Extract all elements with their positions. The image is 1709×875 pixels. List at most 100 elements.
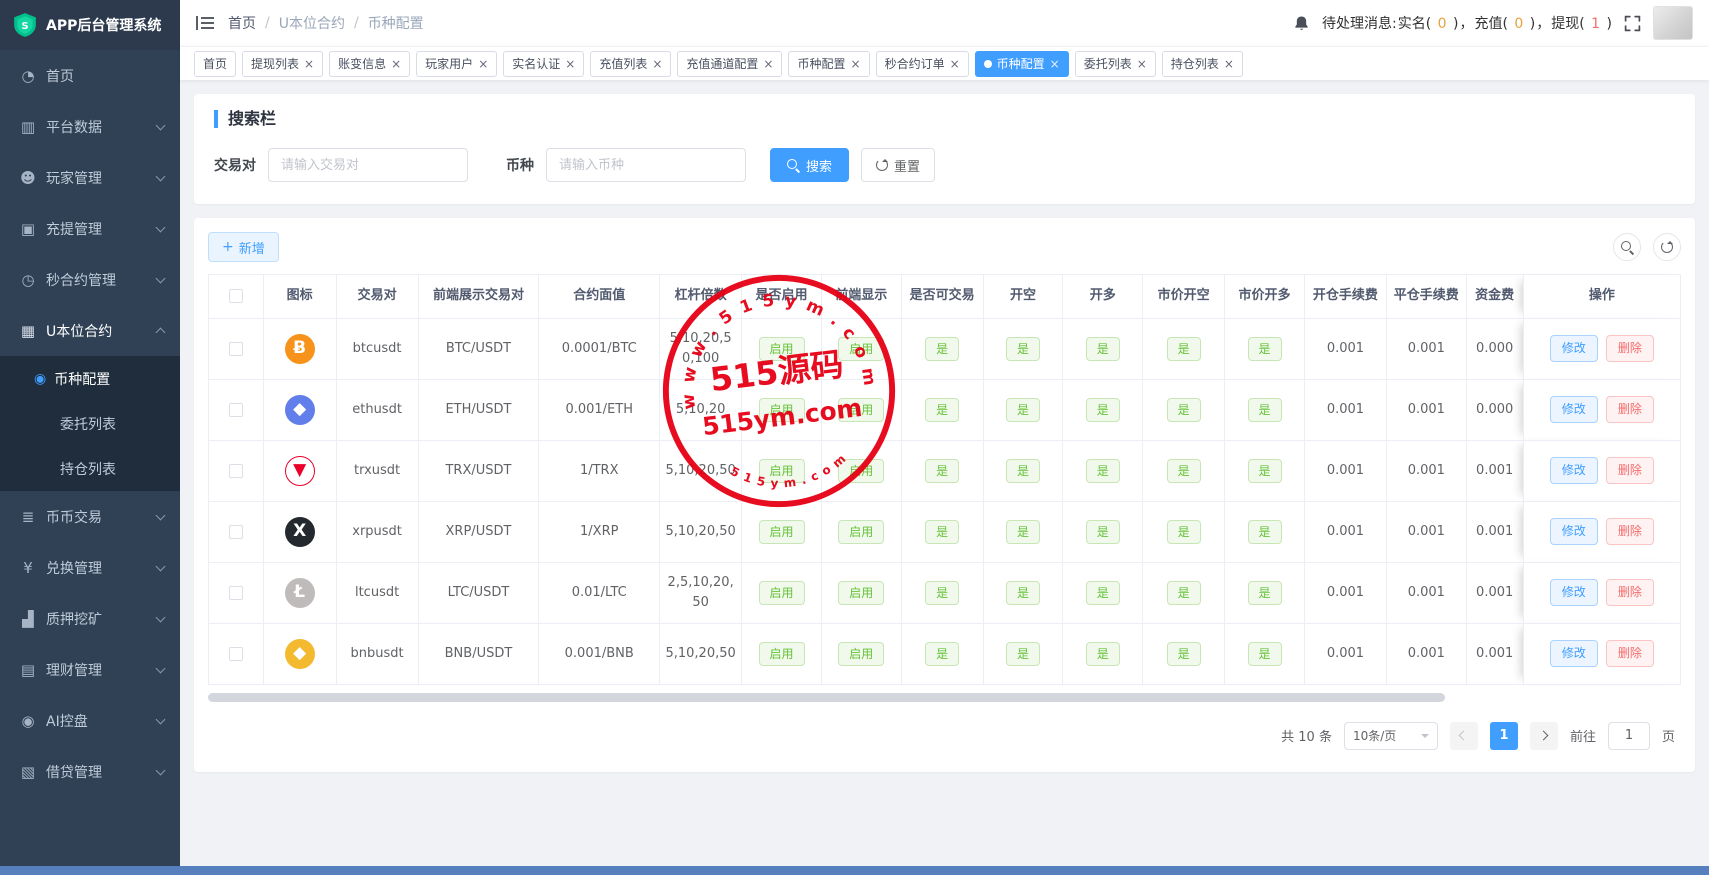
tab-close-icon[interactable]: × <box>1137 58 1147 70</box>
row-checkbox[interactable] <box>229 525 243 539</box>
tab-item[interactable]: 币种配置× <box>975 51 1069 77</box>
collapse-sidebar-icon[interactable] <box>196 16 214 30</box>
fullscreen-icon[interactable] <box>1624 15 1641 32</box>
tab-item[interactable]: 持仓列表× <box>1162 51 1243 77</box>
next-page-button[interactable] <box>1530 722 1558 750</box>
delete-button[interactable]: 删除 <box>1606 518 1654 545</box>
tab-item[interactable]: 首页 <box>194 51 236 77</box>
sidebar-item-entrust-list[interactable]: 委托列表 <box>0 401 180 446</box>
tab-close-icon[interactable]: × <box>851 58 861 70</box>
bnbusdt-coin-icon: ◆ <box>285 639 315 669</box>
search-button[interactable]: 搜索 <box>770 148 849 182</box>
coin-input[interactable] <box>546 148 746 182</box>
cell-open_fee: 0.001 <box>1304 562 1386 623</box>
cell-close_fee: 0.001 <box>1386 318 1466 379</box>
table-refresh-icon[interactable] <box>1653 233 1681 261</box>
row-checkbox[interactable] <box>229 403 243 417</box>
cell-front_show: 启用 <box>821 562 901 623</box>
sidebar-item-platform-data[interactable]: ▥平台数据 <box>0 101 180 152</box>
cell-icon: ◆ <box>263 623 336 684</box>
sidebar-item-recharge-withdraw[interactable]: ▣充提管理 <box>0 203 180 254</box>
pending-messages: 待处理消息: 实名( 0 )，充值( 0 )，提现( 1 ) <box>1322 13 1612 33</box>
sidebar-item-coin-config[interactable]: ◉币种配置 <box>0 356 180 401</box>
reset-button[interactable]: 重置 <box>861 148 935 182</box>
sidebar-item-loan-manage[interactable]: ▧借贷管理 <box>0 746 180 797</box>
user-avatar[interactable] <box>1653 6 1693 40</box>
pending-message-item[interactable]: 提现( 1 ) <box>1551 13 1612 33</box>
tab-item[interactable]: 秒合约订单× <box>876 51 969 77</box>
select-all-checkbox[interactable] <box>229 289 243 303</box>
page-number-button[interactable]: 1 <box>1490 722 1518 750</box>
tab-close-icon[interactable]: × <box>652 58 662 70</box>
status-tag: 启用 <box>838 398 884 422</box>
sidebar-item-player-management[interactable]: ☻玩家管理 <box>0 152 180 203</box>
pending-message-item[interactable]: 实名( 0 ) <box>1398 13 1459 33</box>
pair-input[interactable] <box>268 148 468 182</box>
notification-bell-icon[interactable] <box>1293 15 1310 32</box>
edit-button[interactable]: 修改 <box>1550 518 1598 545</box>
cell-enabled: 启用 <box>742 318 822 379</box>
tab-close-icon[interactable]: × <box>565 58 575 70</box>
sidebar-item-label: 理财管理 <box>46 660 157 680</box>
search-button-label: 搜索 <box>806 156 832 175</box>
delete-button[interactable]: 删除 <box>1606 457 1654 484</box>
tab-item[interactable]: 实名认证× <box>503 51 584 77</box>
pending-message-item[interactable]: 充值( 0 ) <box>1474 13 1535 33</box>
tab-item[interactable]: 币种配置× <box>788 51 869 77</box>
browser-scrollbar-strip[interactable] <box>0 866 1709 875</box>
cell-market_long: 是 <box>1225 623 1305 684</box>
page-size-select[interactable]: 10条/页 <box>1344 722 1438 750</box>
delete-button[interactable]: 删除 <box>1606 579 1654 606</box>
edit-button[interactable]: 修改 <box>1550 579 1598 606</box>
sidebar-item-ai-control[interactable]: ◉AI控盘 <box>0 695 180 746</box>
sidebar-item-home[interactable]: ◔首页 <box>0 50 180 101</box>
sidebar-item-label: 玩家管理 <box>46 168 157 188</box>
delete-button[interactable]: 删除 <box>1606 335 1654 362</box>
prev-page-button[interactable] <box>1450 722 1478 750</box>
cell-close_fee: 0.001 <box>1386 379 1466 440</box>
goto-page-input[interactable] <box>1608 722 1650 750</box>
sidebar-item-staking-mining[interactable]: ▟质押挖矿 <box>0 593 180 644</box>
edit-button[interactable]: 修改 <box>1550 640 1598 667</box>
tab-close-icon[interactable]: × <box>1224 58 1234 70</box>
sidebar-item-spot-trade[interactable]: ≣币币交易 <box>0 491 180 542</box>
sidebar: S APP后台管理系统 ◔首页▥平台数据☻玩家管理▣充提管理◷秒合约管理▦U本位… <box>0 0 180 875</box>
delete-button[interactable]: 删除 <box>1606 640 1654 667</box>
sidebar-item-position-list[interactable]: 持仓列表 <box>0 446 180 491</box>
tab-close-icon[interactable]: × <box>763 58 773 70</box>
tab-close-icon[interactable]: × <box>391 58 401 70</box>
tab-close-icon[interactable]: × <box>304 58 314 70</box>
delete-button[interactable]: 删除 <box>1606 396 1654 423</box>
tab-item[interactable]: 提现列表× <box>242 51 323 77</box>
sidebar-item-u-contract[interactable]: ▦U本位合约 <box>0 305 180 356</box>
edit-button[interactable]: 修改 <box>1550 335 1598 362</box>
breadcrumb-item[interactable]: U本位合约 <box>279 13 345 33</box>
tab-item[interactable]: 充值通道配置× <box>677 51 782 77</box>
search-form: 交易对 币种 搜索 重置 <box>214 148 1675 182</box>
tab-item[interactable]: 账变信息× <box>329 51 410 77</box>
edit-button[interactable]: 修改 <box>1550 396 1598 423</box>
row-checkbox[interactable] <box>229 464 243 478</box>
tab-item[interactable]: 玩家用户× <box>416 51 497 77</box>
tab-close-icon[interactable]: × <box>1050 58 1060 70</box>
sidebar-item-second-contract[interactable]: ◷秒合约管理 <box>0 254 180 305</box>
chevron-down-icon <box>156 561 166 571</box>
sidebar-item-finance-manage[interactable]: ▤理财管理 <box>0 644 180 695</box>
row-checkbox[interactable] <box>229 342 243 356</box>
add-button[interactable]: 新增 <box>208 232 279 262</box>
table-row: ◆bnbusdtBNB/USDT0.001/BNB5,10,20,50启用启用是… <box>209 623 1681 684</box>
edit-button[interactable]: 修改 <box>1550 457 1598 484</box>
tab-close-icon[interactable]: × <box>950 58 960 70</box>
chevron-down-icon <box>156 765 166 775</box>
tab-item[interactable]: 委托列表× <box>1075 51 1156 77</box>
horizontal-scrollbar-thumb[interactable] <box>208 693 1445 702</box>
tab-item[interactable]: 充值列表× <box>590 51 671 77</box>
breadcrumb-item[interactable]: 首页 <box>228 13 256 33</box>
sidebar-item-exchange-manage[interactable]: ¥兑换管理 <box>0 542 180 593</box>
status-tag: 是 <box>1248 581 1282 605</box>
row-checkbox[interactable] <box>229 647 243 661</box>
tab-close-icon[interactable]: × <box>478 58 488 70</box>
ethusdt-coin-icon: ◆ <box>285 395 315 425</box>
row-checkbox[interactable] <box>229 586 243 600</box>
table-search-icon[interactable] <box>1613 233 1641 261</box>
